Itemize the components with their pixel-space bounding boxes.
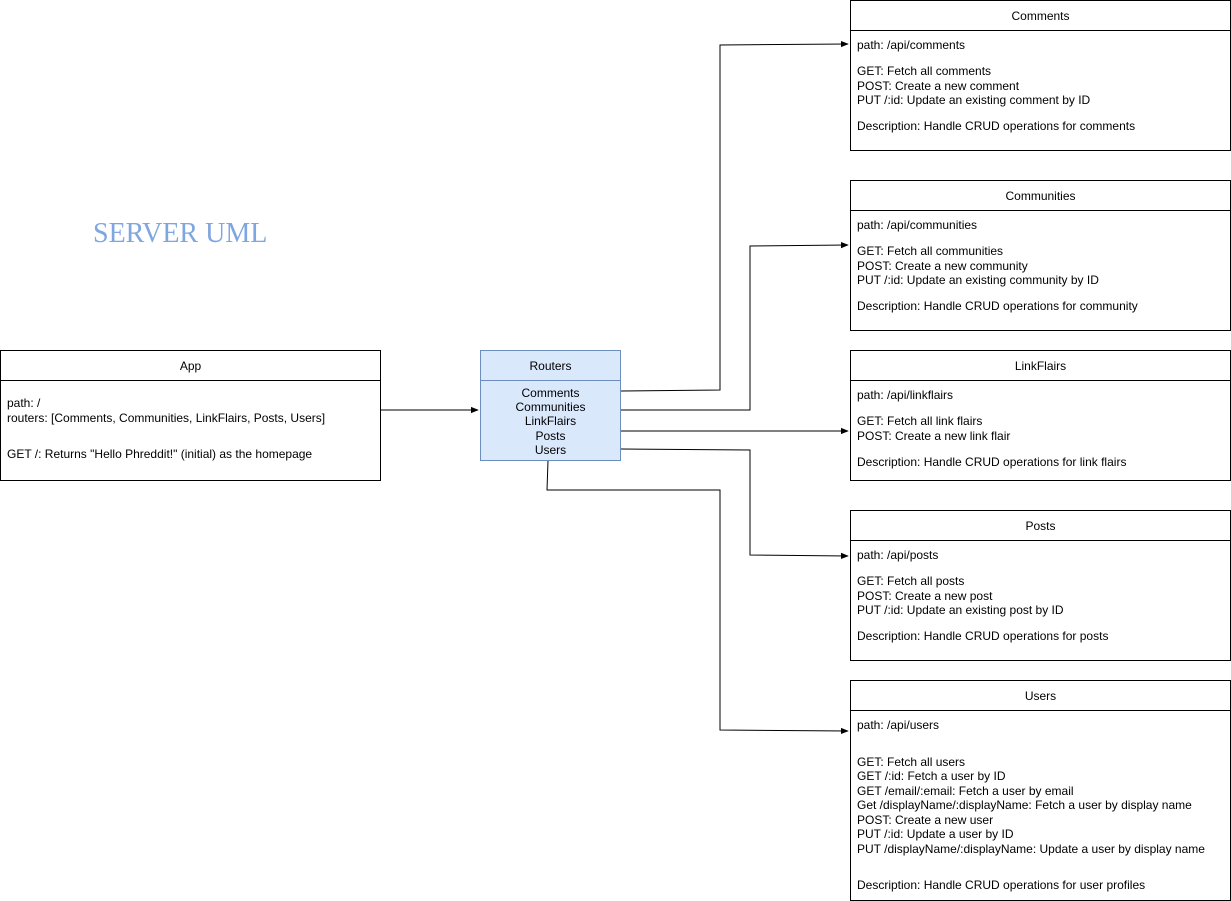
app-path: path: / — [7, 396, 41, 410]
users-op-get-email: GET /email/:email: Fetch a user by email — [857, 783, 1074, 798]
users-op-put-displayname: PUT /displayName/:displayName: Update a … — [857, 841, 1205, 856]
posts-path: path: /api/posts — [857, 548, 939, 562]
linkflairs-path: path: /api/linkflairs — [857, 388, 954, 402]
comments-description: Description: Handle CRUD operations for … — [857, 119, 1136, 133]
comments-op-get: GET: Fetch all comments — [857, 64, 992, 78]
posts-description: Description: Handle CRUD operations for … — [857, 629, 1109, 643]
communities-op-get: GET: Fetch all communities — [857, 244, 1004, 258]
edge-routers-communities — [621, 241, 849, 411]
comments-op-put: PUT /:id: Update an existing comment by … — [857, 93, 1091, 107]
communities-box[interactable]: Communities path: /api/communities GET: … — [850, 180, 1231, 331]
users-op-post: POST: Create a new user — [857, 812, 994, 827]
posts-op-get: GET: Fetch all posts — [857, 574, 965, 588]
communities-title: Communities — [851, 181, 1230, 211]
routers-item-posts: Posts — [535, 428, 566, 443]
posts-op-post: POST: Create a new post — [857, 588, 993, 603]
users-op-get-displayname: Get /displayName/:displayName: Fetch a u… — [857, 798, 1192, 812]
users-op-put-id: PUT /:id: Update a user by ID — [857, 827, 1014, 841]
comments-box[interactable]: Comments path: /api/comments GET: Fetch … — [850, 0, 1231, 151]
linkflairs-op-get: GET: Fetch all link flairs — [857, 414, 983, 428]
posts-title: Posts — [851, 511, 1230, 541]
app-title: App — [1, 351, 380, 381]
routers-item-users: Users — [534, 442, 567, 457]
linkflairs-box[interactable]: LinkFlairs path: /api/linkflairs GET: Fe… — [850, 350, 1231, 481]
posts-box[interactable]: Posts path: /api/posts GET: Fetch all po… — [850, 510, 1231, 661]
app-box[interactable]: App path: / routers: [Comments, Communit… — [0, 350, 381, 481]
comments-path: path: /api/comments — [857, 38, 966, 52]
app-routers: routers: [Comments, Communities, LinkFla… — [7, 410, 326, 425]
users-op-get-id: GET /:id: Fetch a user by ID — [857, 769, 1006, 783]
communities-description: Description: Handle CRUD operations for … — [857, 299, 1138, 313]
comments-op-post: POST: Create a new comment — [857, 78, 1020, 93]
communities-op-put: PUT /:id: Update an existing community b… — [857, 273, 1099, 287]
comments-title: Comments — [851, 1, 1230, 31]
linkflairs-description: Description: Handle CRUD operations for … — [857, 454, 1127, 469]
linkflairs-title: LinkFlairs — [851, 351, 1230, 381]
users-description: Description: Handle CRUD operations for … — [857, 878, 1146, 892]
linkflairs-op-post: POST: Create a new link flair — [857, 428, 1011, 443]
routers-item-comments: Comments — [521, 386, 580, 400]
users-path: path: /api/users — [857, 718, 940, 732]
routers-item-linkflairs: LinkFlairs — [524, 414, 577, 429]
diagram-title: SERVER UML — [93, 218, 268, 249]
edge-routers-comments — [620, 40, 849, 392]
users-op-get-all: GET: Fetch all users — [857, 754, 966, 769]
users-box[interactable]: Users path: /api/users GET: Fetch all us… — [850, 680, 1231, 901]
routers-box[interactable]: Routers Comments Communities LinkFlairs … — [480, 350, 621, 461]
communities-path: path: /api/communities — [857, 218, 978, 232]
routers-item-communities: Communities — [515, 400, 586, 415]
communities-op-post: POST: Create a new community — [857, 258, 1028, 273]
users-title: Users — [851, 681, 1230, 711]
app-get: GET /: Returns "Hello Phreddit!" (initia… — [7, 447, 313, 461]
routers-title: Routers — [481, 351, 620, 381]
edge-routers-posts — [620, 448, 849, 560]
posts-op-put: PUT /:id: Update an existing post by ID — [857, 603, 1064, 617]
edge-routers-users — [546, 460, 849, 735]
